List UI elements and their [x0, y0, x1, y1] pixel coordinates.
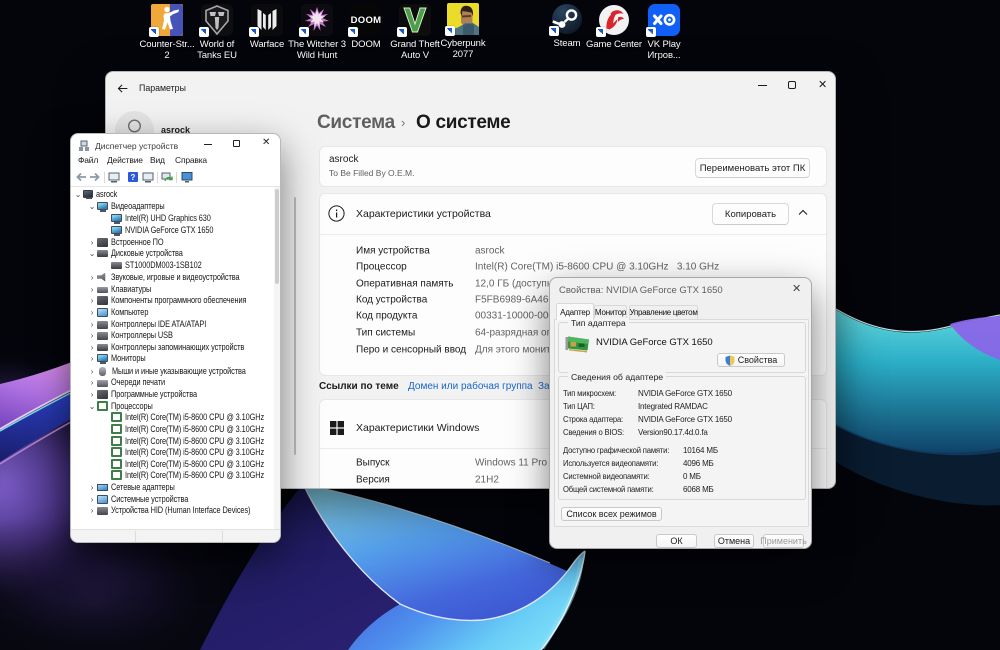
svg-text:?: ? [131, 173, 136, 182]
